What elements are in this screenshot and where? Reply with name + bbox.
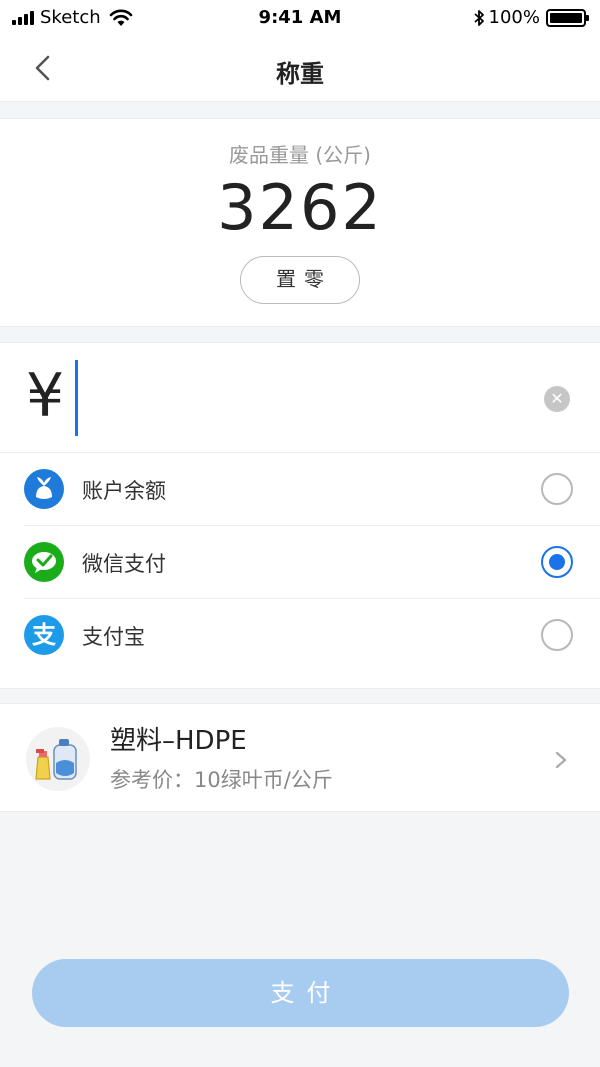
payment-card: ¥ ✕ 账户余额 微信支付 支 支付宝 [0,342,600,689]
amount-input[interactable] [76,361,516,435]
product-row[interactable]: 塑料–HDPE 参考价：10绿叶币/公斤 [0,703,600,812]
bluetooth-icon [473,9,484,26]
alipay-icon: 支 [24,615,64,655]
balance-icon [24,469,64,509]
radio-wechat[interactable] [541,546,573,578]
pay-option-label: 账户余额 [82,479,166,503]
chevron-right-icon [555,751,567,769]
radio-alipay[interactable] [541,619,573,651]
currency-symbol: ¥ [26,361,65,431]
product-name: 塑料–HDPE [110,726,247,756]
plastic-bottles-icon [26,727,90,791]
battery-percent: 100% [488,7,540,28]
status-right: 100% [473,7,589,28]
amount-row: ¥ ✕ [0,343,600,453]
weight-label: 废品重量 (公斤) [229,143,371,167]
pay-option-label: 微信支付 [82,552,166,576]
weight-card: 废品重量 (公斤) 3262 置零 [0,118,600,327]
pay-option-label: 支付宝 [82,625,145,649]
pay-option-alipay[interactable]: 支 支付宝 [0,599,600,672]
battery-icon [546,8,589,27]
wechat-pay-icon [24,542,64,582]
clear-icon[interactable]: ✕ [544,386,570,412]
pay-button[interactable]: 支付 [32,959,569,1027]
pay-option-wechat[interactable]: 微信支付 [0,526,600,599]
pay-option-balance[interactable]: 账户余额 [0,453,600,526]
weight-value: 3262 [217,171,383,244]
radio-balance[interactable] [541,473,573,505]
nav-bar: 称重 [0,34,600,102]
text-caret [75,360,78,436]
battery-fill [550,12,582,23]
zero-button[interactable]: 置零 [240,256,360,304]
product-price: 参考价：10绿叶币/公斤 [110,768,333,792]
status-bar: Sketch 9:41 AM 100% [0,0,600,34]
page-title: 称重 [276,60,324,88]
